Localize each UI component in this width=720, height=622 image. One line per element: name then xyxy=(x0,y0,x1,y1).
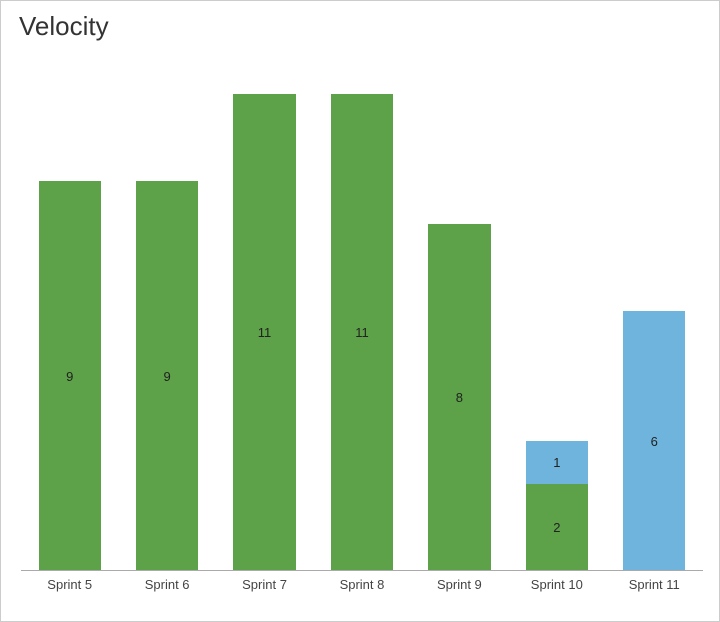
chart-x-axis-labels: Sprint 5Sprint 6Sprint 7Sprint 8Sprint 9… xyxy=(21,577,703,601)
bar-segment-completed[interactable]: 9 xyxy=(136,181,198,571)
bar-slot: 9 xyxy=(21,51,118,571)
chart-baseline xyxy=(21,570,703,571)
bar-stack[interactable]: 9 xyxy=(136,51,198,571)
bar-stack[interactable]: 9 xyxy=(39,51,101,571)
bar-segment-completed[interactable]: 11 xyxy=(233,94,295,571)
bar-stack[interactable]: 11 xyxy=(331,51,393,571)
bar-stack[interactable]: 8 xyxy=(428,51,490,571)
bar-segment-planned[interactable]: 6 xyxy=(623,311,685,571)
bar-segment-planned[interactable]: 1 xyxy=(526,441,588,484)
x-axis-label: Sprint 9 xyxy=(411,577,508,601)
bar-slot: 9 xyxy=(118,51,215,571)
bar-segment-label: 8 xyxy=(456,390,463,405)
bar-segment-label: 9 xyxy=(66,369,73,384)
x-axis-label: Sprint 6 xyxy=(118,577,215,601)
x-axis-label: Sprint 5 xyxy=(21,577,118,601)
bar-slot: 11 xyxy=(216,51,313,571)
bar-segment-label: 9 xyxy=(164,369,171,384)
bar-slot: 11 xyxy=(313,51,410,571)
bar-segment-completed[interactable]: 9 xyxy=(39,181,101,571)
x-axis-label: Sprint 10 xyxy=(508,577,605,601)
bar-segment-completed[interactable]: 2 xyxy=(526,484,588,571)
bar-stack[interactable]: 11 xyxy=(233,51,295,571)
bar-segment-label: 11 xyxy=(355,325,369,340)
velocity-chart-container: Velocity 9911118216 Sprint 5Sprint 6Spri… xyxy=(0,0,720,622)
bar-segment-completed[interactable]: 11 xyxy=(331,94,393,571)
bar-segment-label: 11 xyxy=(258,325,272,340)
bar-segment-completed[interactable]: 8 xyxy=(428,224,490,571)
x-axis-label: Sprint 11 xyxy=(606,577,703,601)
bar-slot: 21 xyxy=(508,51,605,571)
bar-stack[interactable]: 21 xyxy=(526,51,588,571)
bar-stack[interactable]: 6 xyxy=(623,51,685,571)
bar-slot: 8 xyxy=(411,51,508,571)
chart-plot-area: 9911118216 xyxy=(21,51,703,571)
bar-slot: 6 xyxy=(606,51,703,571)
bar-segment-label: 1 xyxy=(553,455,560,470)
x-axis-label: Sprint 7 xyxy=(216,577,313,601)
chart-bars: 9911118216 xyxy=(21,51,703,571)
bar-segment-label: 6 xyxy=(651,434,658,449)
bar-segment-label: 2 xyxy=(553,520,560,535)
chart-title: Velocity xyxy=(19,11,109,42)
x-axis-label: Sprint 8 xyxy=(313,577,410,601)
